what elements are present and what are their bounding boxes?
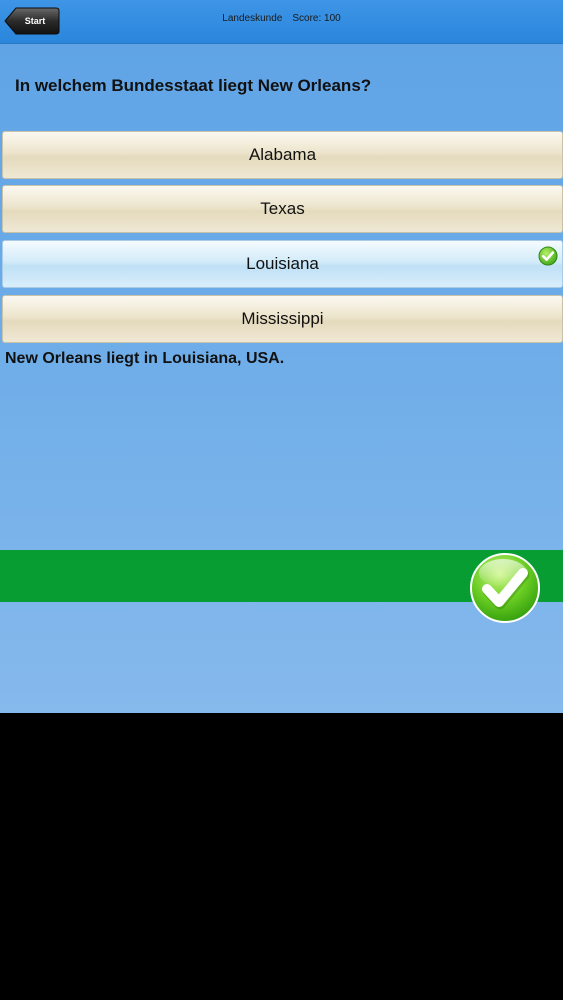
answer-label: Mississippi (241, 309, 324, 328)
navigation-bar: Start Landeskunde Score: 100 (0, 0, 563, 44)
answer-option-alabama[interactable]: Alabama (2, 131, 563, 179)
nav-title: Landeskunde Score: 100 (0, 0, 563, 43)
answer-label: Alabama (248, 145, 317, 164)
back-button[interactable]: Start (4, 7, 60, 35)
checkmark-icon[interactable] (468, 551, 542, 625)
explanation-text: New Orleans liegt in Louisiana, USA. (5, 350, 285, 367)
score-label: Score: 100 (292, 13, 341, 24)
quiz-screen: Start Landeskunde Score: 100 In welchem B… (0, 0, 563, 713)
question-text: In welchem Bundesstaat liegt New Orleans… (15, 76, 372, 95)
category-label: Landeskunde (222, 13, 283, 24)
answer-option-louisiana[interactable]: Louisiana (2, 240, 563, 288)
answer-option-texas[interactable]: Texas (2, 185, 563, 233)
answer-label: Louisiana (246, 254, 319, 273)
answer-option-mississippi[interactable]: Mississippi (2, 295, 563, 343)
back-button-label: Start (24, 16, 46, 26)
answer-label: Texas (260, 199, 305, 218)
correct-check-icon (538, 246, 558, 266)
